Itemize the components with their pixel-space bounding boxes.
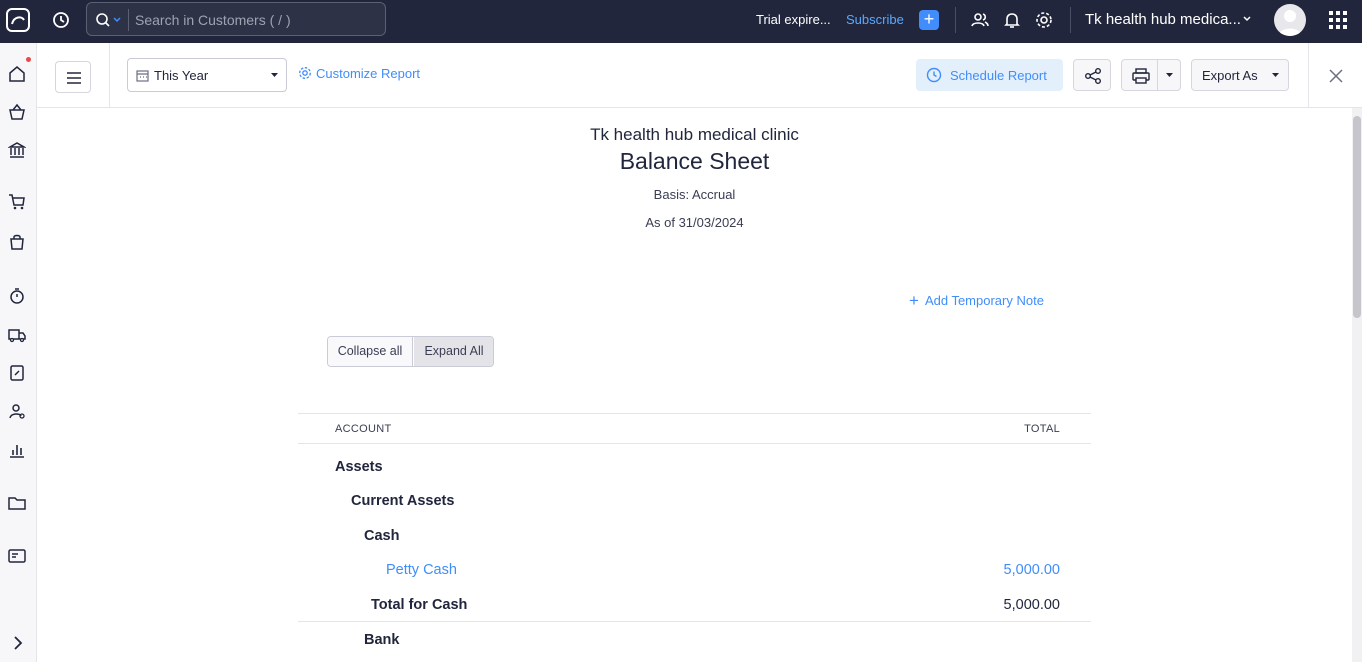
gear-icon xyxy=(299,67,311,79)
chevron-down-icon[interactable] xyxy=(1243,15,1251,23)
report-menu-button[interactable] xyxy=(55,61,91,93)
account-link[interactable]: Petty Cash xyxy=(386,562,457,578)
account-label: Current Assets xyxy=(351,493,455,509)
column-header-account: ACCOUNT xyxy=(335,423,392,435)
app-logo-icon[interactable] xyxy=(4,6,32,34)
account-label: Bank xyxy=(364,632,400,648)
table-row: Assets xyxy=(298,449,1091,483)
account-total-link[interactable]: 5,000.00 xyxy=(1004,562,1060,578)
table-header: ACCOUNT TOTAL xyxy=(298,413,1091,444)
search-input[interactable] xyxy=(135,8,375,32)
add-temporary-note-link[interactable]: + Add Temporary Note xyxy=(909,291,1044,311)
account-label: Assets xyxy=(335,459,383,475)
account-label: Total for Cash xyxy=(371,597,468,613)
top-bar: Trial expire... Subscribe + Tk health hu… xyxy=(0,0,1362,43)
report-body: Tk health hub medical clinic Balance She… xyxy=(37,108,1352,662)
schedule-report-label: Schedule Report xyxy=(950,68,1047,83)
divider xyxy=(1070,7,1071,33)
user-avatar[interactable] xyxy=(1274,4,1306,36)
customize-report-link[interactable]: Customize Report xyxy=(298,66,420,81)
close-icon[interactable] xyxy=(1329,69,1343,83)
items-basket-icon[interactable] xyxy=(8,103,26,121)
printer-icon xyxy=(1132,68,1150,84)
time-tracking-icon[interactable] xyxy=(8,287,26,305)
divider xyxy=(955,7,956,33)
global-search[interactable] xyxy=(86,2,386,36)
settings-gear-icon[interactable] xyxy=(1034,10,1054,30)
report-toolbar: This Year Customize Report Schedule Repo… xyxy=(37,43,1362,108)
divider xyxy=(1157,60,1158,90)
reports-chart-icon[interactable] xyxy=(8,441,26,459)
print-button[interactable] xyxy=(1121,59,1181,91)
collapse-all-button[interactable]: Collapse all xyxy=(328,337,413,366)
caret-down-icon[interactable] xyxy=(1166,73,1173,78)
report-basis: Basis: Accrual xyxy=(653,187,736,202)
account-label: Cash xyxy=(364,528,400,544)
organization-switcher[interactable]: Tk health hub medica... xyxy=(1085,11,1241,28)
purchases-bag-icon[interactable] xyxy=(8,233,26,251)
expand-collapse-toggle: Collapse all Expand All xyxy=(327,336,494,367)
users-icon[interactable] xyxy=(970,10,990,30)
table-row: Total for Cash 5,000.00 xyxy=(298,587,1091,621)
documents-folder-icon[interactable] xyxy=(8,494,26,512)
search-divider xyxy=(128,9,129,31)
calendar-icon xyxy=(136,70,149,82)
date-range-select[interactable]: This Year xyxy=(127,58,287,92)
expand-sidebar-chevron-icon[interactable] xyxy=(10,635,26,651)
column-header-total: TOTAL xyxy=(1024,423,1060,435)
report-organization-name: Tk health hub medical clinic xyxy=(590,125,799,144)
caret-down-icon xyxy=(271,73,278,77)
quick-create-button[interactable]: + xyxy=(919,10,939,30)
delivery-truck-icon[interactable] xyxy=(8,326,26,344)
vertical-scrollbar[interactable] xyxy=(1352,108,1362,662)
caret-down-icon xyxy=(1272,73,1279,77)
export-as-label: Export As xyxy=(1202,68,1258,83)
plus-icon: + xyxy=(909,291,919,310)
left-nav-rail xyxy=(0,43,37,662)
sales-cart-icon[interactable] xyxy=(8,193,26,211)
schedule-report-button[interactable]: Schedule Report xyxy=(916,59,1063,91)
divider xyxy=(1308,43,1309,107)
share-icon xyxy=(1085,68,1101,84)
table-row: Bank xyxy=(298,621,1091,655)
table-row[interactable]: Petty Cash 5,000.00 xyxy=(298,552,1091,586)
search-scope-chevron-icon[interactable] xyxy=(113,16,121,24)
add-temporary-note-label: Add Temporary Note xyxy=(924,293,1044,308)
share-button[interactable] xyxy=(1073,59,1111,91)
payroll-card-icon[interactable] xyxy=(8,547,26,565)
table-row: Current Assets xyxy=(298,483,1091,517)
date-range-value: This Year xyxy=(154,68,209,83)
apps-grid-icon[interactable] xyxy=(1329,11,1347,29)
clock-icon xyxy=(926,67,942,83)
report-as-of-date: As of 31/03/2024 xyxy=(645,215,744,230)
scrollbar-thumb[interactable] xyxy=(1353,116,1361,318)
notification-dot xyxy=(26,57,31,62)
table-row: Cash xyxy=(298,518,1091,552)
expand-all-button[interactable]: Expand All xyxy=(414,337,493,366)
customize-report-label: Customize Report xyxy=(316,66,421,81)
account-total: 5,000.00 xyxy=(1003,597,1060,613)
notification-bell-icon[interactable] xyxy=(1002,10,1022,30)
hamburger-icon xyxy=(67,72,81,84)
banking-icon[interactable] xyxy=(8,141,26,159)
export-as-button[interactable]: Export As xyxy=(1191,59,1289,91)
search-icon xyxy=(96,13,110,27)
trial-status-text[interactable]: Trial expire... xyxy=(756,12,831,27)
contacts-person-icon[interactable] xyxy=(8,402,26,420)
subscribe-link[interactable]: Subscribe xyxy=(846,12,904,27)
accountant-icon[interactable] xyxy=(8,364,26,382)
report-title: Balance Sheet xyxy=(619,148,770,174)
user-silhouette-icon xyxy=(1278,10,1302,36)
home-icon[interactable] xyxy=(8,65,26,83)
recent-history-icon[interactable] xyxy=(51,10,71,30)
divider xyxy=(109,43,110,107)
